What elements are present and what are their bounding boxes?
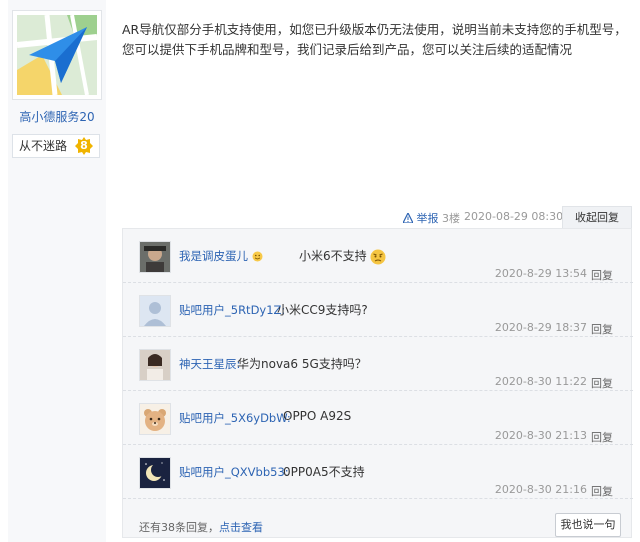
reply-time: 2020-8-30 21:16 bbox=[494, 483, 587, 496]
reply-text: 小米6不支持 bbox=[299, 247, 386, 265]
reply-item: 贴吧用户_QXVbb53: 0PP0A5不支持 2020-8-30 21:16 … bbox=[123, 445, 633, 499]
reply-button[interactable]: 回复 bbox=[591, 483, 613, 499]
reply-username[interactable]: 贴吧用户_5RtDy1Z: bbox=[179, 302, 285, 318]
reply-username[interactable]: 神天王星辰: bbox=[179, 356, 240, 372]
reply-button[interactable]: 回复 bbox=[591, 375, 613, 391]
reply-item: 我是调皮蛋儿 小米6不支持 2020-8-29 13:54 回复 bbox=[123, 229, 633, 283]
level-badge: 8 bbox=[75, 137, 93, 155]
level-name: 从不迷路 bbox=[19, 139, 68, 153]
reply-username[interactable]: 贴吧用户_QXVbb53: bbox=[179, 464, 289, 480]
bear-avatar-icon[interactable] bbox=[139, 403, 171, 435]
default-avatar-icon[interactable] bbox=[139, 295, 171, 327]
reply-text: 小米CC9支持吗? bbox=[277, 303, 368, 317]
reply-button[interactable]: 回复 bbox=[591, 321, 613, 337]
more-replies-count: 还有38条回复， bbox=[139, 521, 219, 534]
reply-text: 华为nova6 5G支持吗？ bbox=[237, 357, 367, 371]
warning-icon bbox=[402, 211, 414, 224]
add-comment-button[interactable]: 我也说一句 bbox=[555, 513, 621, 537]
user-level: 从不迷路 8 bbox=[12, 134, 100, 158]
report-link[interactable]: 举报 bbox=[402, 210, 439, 226]
photo-avatar-icon[interactable] bbox=[139, 349, 171, 381]
reply-item: 贴吧用户_5X6yDbW: OPPO A92S 2020-8-30 21:13 … bbox=[123, 391, 633, 445]
smile-emoji-icon bbox=[252, 251, 263, 262]
floor-number: 3楼 bbox=[442, 212, 460, 225]
username[interactable]: 高小德服务20 bbox=[8, 108, 106, 125]
post-line: 您可以提供下手机品牌和型号，我们记录后给到产品，您可以关注后续的适配情况 bbox=[122, 42, 573, 57]
photo-avatar-icon[interactable] bbox=[139, 241, 171, 273]
reply-time: 2020-8-29 18:37 bbox=[494, 321, 587, 334]
view-more-link[interactable]: 点击查看 bbox=[219, 521, 263, 534]
user-sidebar: 高小德服务20 从不迷路 8 bbox=[8, 0, 106, 542]
map-navigation-logo-icon bbox=[17, 15, 97, 95]
reply-username[interactable]: 我是调皮蛋儿 bbox=[179, 248, 263, 264]
more-replies: 还有38条回复，点击查看 bbox=[139, 519, 263, 535]
grumpy-emoji-icon bbox=[370, 249, 386, 264]
reply-text: OPPO A92S bbox=[283, 409, 352, 423]
report-label: 举报 bbox=[416, 212, 439, 225]
level-number: 8 bbox=[80, 139, 88, 152]
reply-text: 0PP0A5不支持 bbox=[283, 465, 365, 479]
reply-button[interactable]: 回复 bbox=[591, 267, 613, 283]
collapse-replies-button[interactable]: 收起回复 bbox=[562, 206, 632, 228]
reply-time: 2020-8-29 13:54 bbox=[494, 267, 587, 280]
moon-avatar-icon[interactable] bbox=[139, 457, 171, 489]
post-container: 高小德服务20 从不迷路 8 AR导航仅部分手机支持使用，如您已升级版本仍无法使… bbox=[0, 0, 640, 542]
reply-panel: 我是调皮蛋儿 小米6不支持 2020-8-29 13:54 回复 贴吧用户_5R… bbox=[122, 228, 633, 538]
post-content: AR导航仅部分手机支持使用，如您已升级版本仍无法使用，说明当前未支持您的手机型号… bbox=[122, 20, 632, 60]
reply-button[interactable]: 回复 bbox=[591, 429, 613, 445]
reply-item: 神天王星辰: 华为nova6 5G支持吗？ 2020-8-30 11:22 回复 bbox=[123, 337, 633, 391]
post-line: AR导航仅部分手机支持使用，如您已升级版本仍无法使用，说明当前未支持您的手机型号… bbox=[122, 22, 627, 37]
post-meta: 举报 3楼 2020-08-29 08:30 收起回复 bbox=[400, 206, 632, 228]
reply-item: 贴吧用户_5RtDy1Z: 小米CC9支持吗? 2020-8-29 18:37 … bbox=[123, 283, 633, 337]
post-timestamp: 2020-08-29 08:30 bbox=[464, 210, 564, 223]
reply-username[interactable]: 贴吧用户_5X6yDbW: bbox=[179, 410, 291, 426]
user-avatar[interactable] bbox=[12, 10, 102, 100]
reply-time: 2020-8-30 11:22 bbox=[494, 375, 587, 388]
reply-time: 2020-8-30 21:13 bbox=[494, 429, 587, 442]
